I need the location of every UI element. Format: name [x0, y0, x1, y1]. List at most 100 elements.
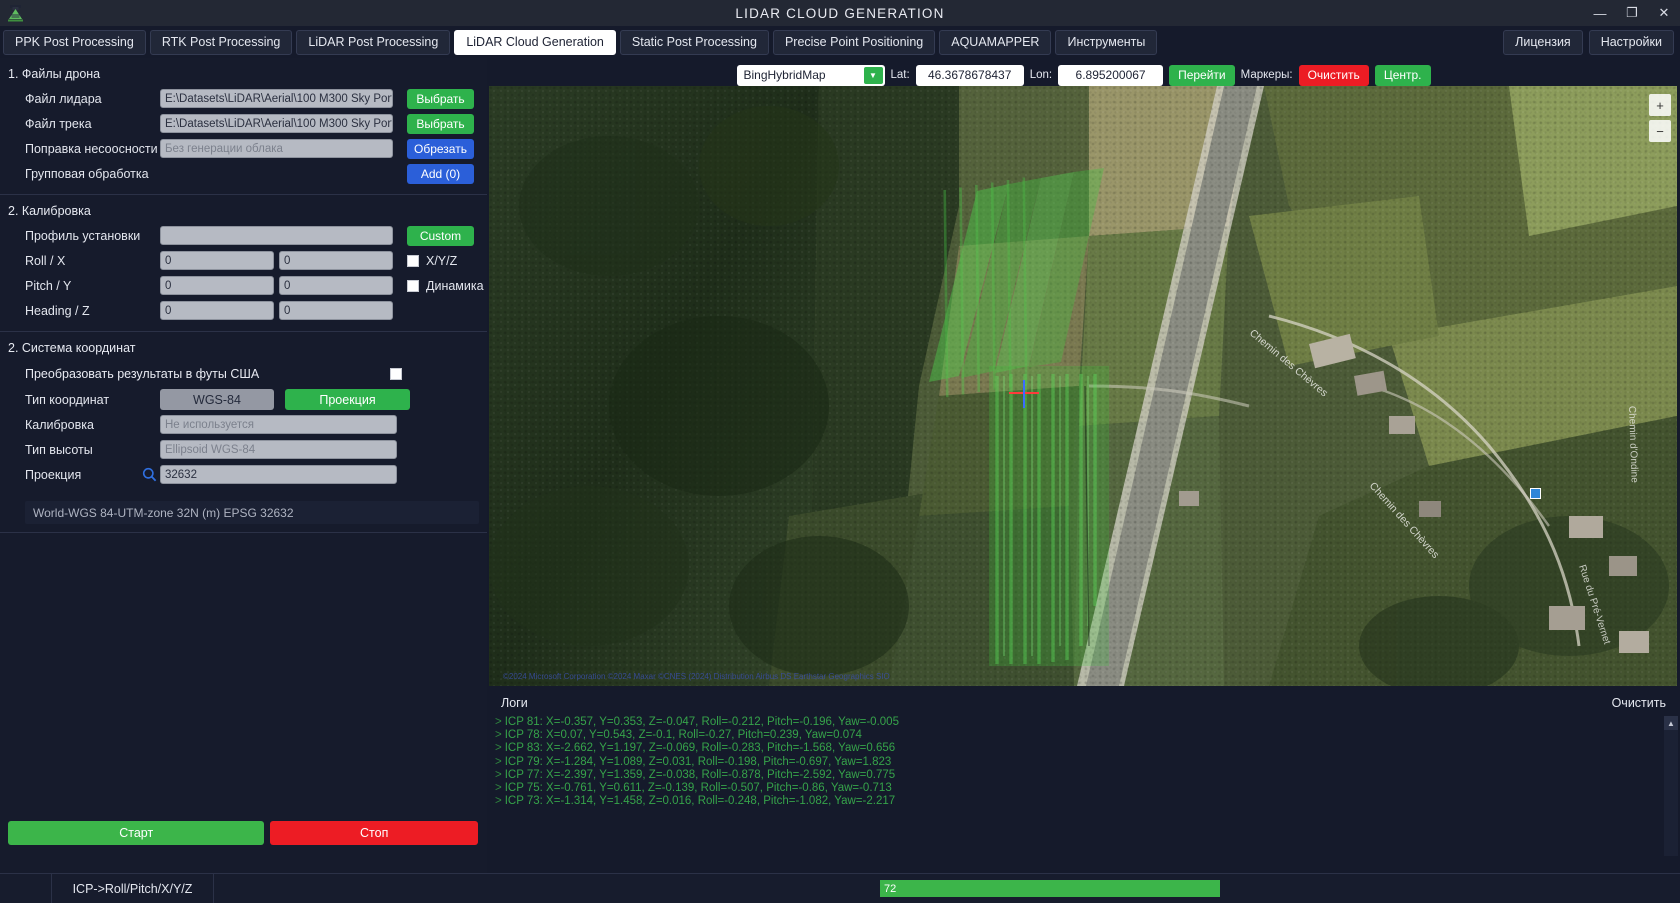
logs-header: Логи Очистить: [487, 692, 1680, 714]
coord-type-projection-option[interactable]: Проекция: [285, 389, 410, 410]
row-pitch-y: Pitch / Y 0 0 Динамика: [0, 273, 487, 298]
lidar-file-label: Файл лидара: [25, 91, 102, 106]
logs-panel: Логи Очистить > ICP 81: X=-0.357, Y=0.353…: [487, 692, 1680, 864]
tab-instruments[interactable]: Инструменты: [1055, 29, 1158, 55]
map-imagery: Chemin des Chèvres Chemin des Chèvres Ch…: [489, 86, 1677, 686]
tab-static-post-processing[interactable]: Static Post Processing: [619, 29, 769, 55]
logs-scrollbar[interactable]: ▲: [1664, 716, 1678, 856]
log-text: ICP 81: X=-0.357, Y=0.353, Z=-0.047, Rol…: [504, 716, 899, 728]
calibration-field-input[interactable]: Не используется: [160, 415, 397, 434]
height-type-input[interactable]: Ellipsoid WGS-84: [160, 440, 397, 459]
chevron-down-icon[interactable]: ▼: [863, 66, 883, 84]
row-convert-to-us-feet: Преобразовать результаты в футы США: [0, 360, 487, 387]
map-zoom-out-button[interactable]: −: [1649, 120, 1671, 142]
center-map-button[interactable]: Центр.: [1374, 64, 1431, 86]
dynamics-checkbox[interactable]: [407, 279, 419, 292]
tab-bar: PPK Post Processing RTK Post Processing …: [0, 26, 1680, 58]
section-drone-files: 1. Файлы дрона Файл лидара E:\Datasets\L…: [0, 58, 487, 195]
log-line: > ICP 81: X=-0.357, Y=0.353, Z=-0.047, Ro…: [491, 716, 1680, 729]
coord-type-wgs84-option[interactable]: WGS-84: [160, 389, 274, 410]
misalignment-input[interactable]: Без генерации облака: [160, 139, 393, 158]
scroll-up-icon[interactable]: ▲: [1664, 716, 1678, 730]
track-file-browse-button[interactable]: Выбрать: [407, 113, 474, 134]
tab-lidar-post-processing[interactable]: LiDAR Post Processing: [296, 29, 451, 55]
logs-clear-button[interactable]: Очистить: [1612, 696, 1666, 710]
lon-input[interactable]: 6.895200067: [1058, 64, 1164, 86]
map-provider-select[interactable]: BingHybridMap ▼: [736, 64, 885, 86]
search-icon[interactable]: [138, 467, 160, 482]
log-text: ICP 77: X=-2.397, Y=1.359, Z=-0.038, Rol…: [504, 768, 896, 781]
calibration-field-label: Калибровка: [25, 417, 94, 432]
section-calibration: 2. Калибровка Профиль установки Custom R…: [0, 195, 487, 332]
pitch-y-input-2[interactable]: 0: [279, 276, 393, 295]
lat-label: Lat:: [890, 69, 910, 81]
log-line: > ICP 75: X=-0.761, Y=0.611, Z=-0.139, Ro…: [491, 782, 1680, 795]
tab-ppk-post-processing[interactable]: PPK Post Processing: [3, 29, 146, 55]
map-attribution: ©2024 Microsoft Corporation ©2024 Maxar …: [503, 672, 890, 681]
convert-to-us-feet-label: Преобразовать результаты в футы США: [25, 366, 260, 381]
lon-label: Lon:: [1029, 69, 1053, 81]
tab-aquamapper[interactable]: AQUAMAPPER: [939, 29, 1052, 55]
row-projection: Проекция 32632: [0, 462, 487, 487]
roll-x-input-1[interactable]: 0: [160, 251, 274, 270]
log-bullet-icon: >: [495, 742, 502, 755]
map-zoom-in-button[interactable]: +: [1649, 94, 1671, 116]
goto-button[interactable]: Перейти: [1169, 64, 1235, 86]
logs-list[interactable]: > ICP 81: X=-0.357, Y=0.353, Z=-0.047, Ro…: [487, 714, 1680, 808]
track-file-input[interactable]: E:\Datasets\LiDAR\Aerial\100 M300 Sky Po…: [160, 114, 393, 133]
start-button[interactable]: Старт: [8, 821, 265, 845]
map-marker-icon[interactable]: [1530, 488, 1541, 499]
settings-panel: 1. Файлы дрона Файл лидара E:\Datasets\L…: [0, 58, 487, 903]
convert-to-us-feet-checkbox[interactable]: [390, 367, 402, 380]
log-bullet-icon: >: [495, 755, 502, 768]
log-line: > ICP 78: X=0.07, Y=0.543, Z=-0.1, Roll=-…: [491, 729, 1680, 742]
height-type-label: Тип высоты: [25, 442, 93, 457]
title-bar: LIDAR CLOUD GENERATION — ❐ ✕: [0, 0, 1680, 26]
misalignment-label: Поправка несоосности: [25, 141, 158, 156]
batch-processing-label: Групповая обработка: [25, 166, 149, 181]
progress-bar: 72: [880, 880, 1220, 897]
tab-license[interactable]: Лицензия: [1503, 29, 1583, 55]
heading-z-input-1[interactable]: 0: [160, 301, 274, 320]
action-buttons: Старт Стоп: [8, 821, 478, 845]
row-height-type: Тип высоты Ellipsoid WGS-84: [0, 437, 487, 462]
row-roll-x: Roll / X 0 0 X/Y/Z: [0, 248, 487, 273]
pitch-y-input-1[interactable]: 0: [160, 276, 274, 295]
heading-z-input-2[interactable]: 0: [279, 301, 393, 320]
log-bullet-icon: >: [495, 716, 502, 728]
log-text: ICP 75: X=-0.761, Y=0.611, Z=-0.139, Rol…: [504, 782, 892, 795]
log-bullet-icon: >: [495, 729, 502, 742]
tab-settings[interactable]: Настройки: [1588, 29, 1674, 55]
install-profile-input[interactable]: [160, 226, 393, 245]
lidar-file-input[interactable]: E:\Datasets\LiDAR\Aerial\100 M300 Sky Po…: [160, 89, 393, 108]
row-track-file: Файл трека E:\Datasets\LiDAR\Aerial\100 …: [0, 111, 487, 136]
xyz-checkbox[interactable]: [407, 254, 419, 267]
custom-profile-button[interactable]: Custom: [407, 225, 474, 246]
log-text: ICP 78: X=0.07, Y=0.543, Z=-0.1, Roll=-0…: [504, 729, 862, 742]
close-button[interactable]: ✕: [1648, 0, 1680, 26]
roll-x-label: Roll / X: [25, 253, 66, 268]
maximize-button[interactable]: ❐: [1616, 0, 1648, 26]
map-provider-value: BingHybridMap: [743, 68, 826, 82]
dynamics-checkbox-label: Динамика: [426, 278, 484, 293]
section-drone-files-title: 1. Файлы дрона: [8, 67, 101, 81]
projection-input[interactable]: 32632: [160, 465, 397, 484]
section-coordinate-system: 2. Система координат Преобразовать резул…: [0, 332, 487, 533]
tab-rtk-post-processing[interactable]: RTK Post Processing: [149, 29, 293, 55]
tab-lidar-cloud-generation[interactable]: LiDAR Cloud Generation: [454, 29, 616, 55]
row-calibration-field: Калибровка Не используется: [0, 412, 487, 437]
clear-markers-button[interactable]: Очистить: [1298, 64, 1369, 86]
lidar-file-browse-button[interactable]: Выбрать: [407, 88, 474, 109]
crop-button[interactable]: Обрезать: [407, 138, 474, 159]
row-coord-type: Тип координат WGS-84 Проекция: [0, 387, 487, 412]
window-title: LIDAR CLOUD GENERATION: [735, 5, 945, 21]
batch-add-button[interactable]: Add (0): [407, 163, 474, 184]
stop-button[interactable]: Стоп: [270, 821, 478, 845]
status-mode-label: ICP->Roll/Pitch/X/Y/Z: [52, 873, 214, 903]
map-view[interactable]: Chemin des Chèvres Chemin des Chèvres Ch…: [489, 86, 1677, 686]
roll-x-input-2[interactable]: 0: [279, 251, 393, 270]
lat-input[interactable]: 46.3678678437: [915, 64, 1024, 86]
tab-precise-point-positioning[interactable]: Precise Point Positioning: [772, 29, 936, 55]
minimize-button[interactable]: —: [1584, 0, 1616, 26]
log-bullet-icon: >: [495, 782, 502, 795]
